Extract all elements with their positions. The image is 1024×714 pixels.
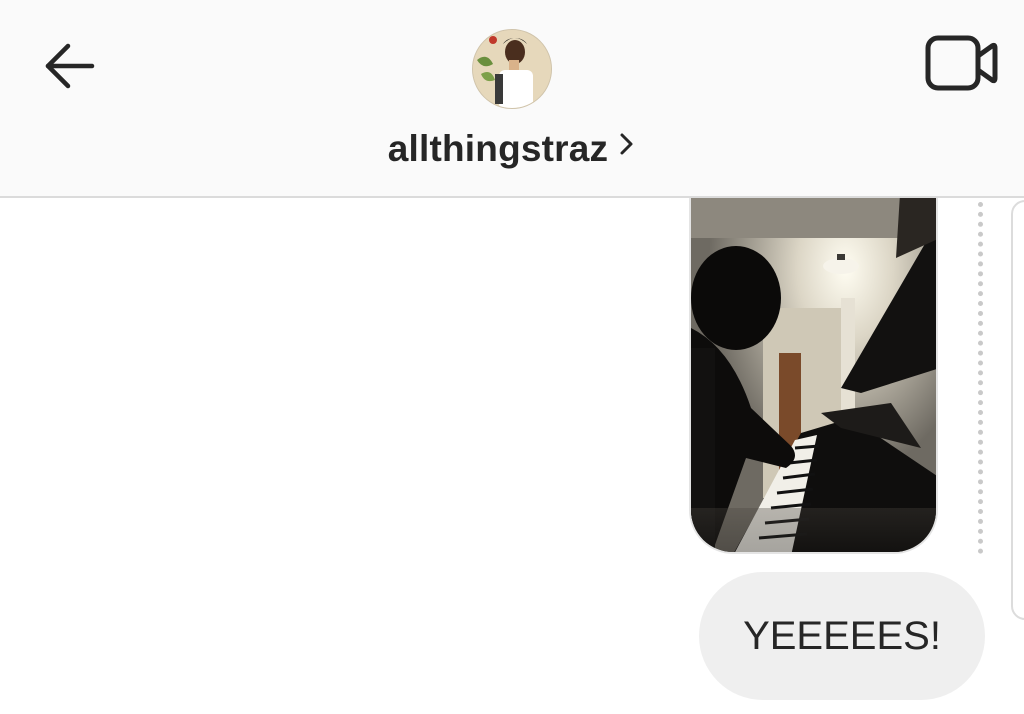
- chevron-right-icon: [620, 133, 633, 155]
- chat-header: allthingstraz: [0, 0, 1024, 198]
- arrow-left-icon: [45, 43, 95, 89]
- username-link[interactable]: allthingstraz: [0, 124, 1024, 174]
- side-panel-edge: [1011, 200, 1024, 620]
- message-bubble[interactable]: YEEEEES!: [699, 572, 985, 700]
- thread-divider: [978, 202, 983, 554]
- avatar[interactable]: [472, 29, 552, 109]
- username: allthingstraz: [387, 128, 609, 169]
- profile-photo: [473, 30, 551, 108]
- photo-message[interactable]: [689, 176, 938, 554]
- video-camera-icon: [925, 35, 998, 91]
- back-button[interactable]: [38, 36, 98, 96]
- piano-photo: [691, 178, 936, 552]
- video-call-button[interactable]: [922, 32, 1000, 94]
- message-text: YEEEEES!: [743, 613, 941, 658]
